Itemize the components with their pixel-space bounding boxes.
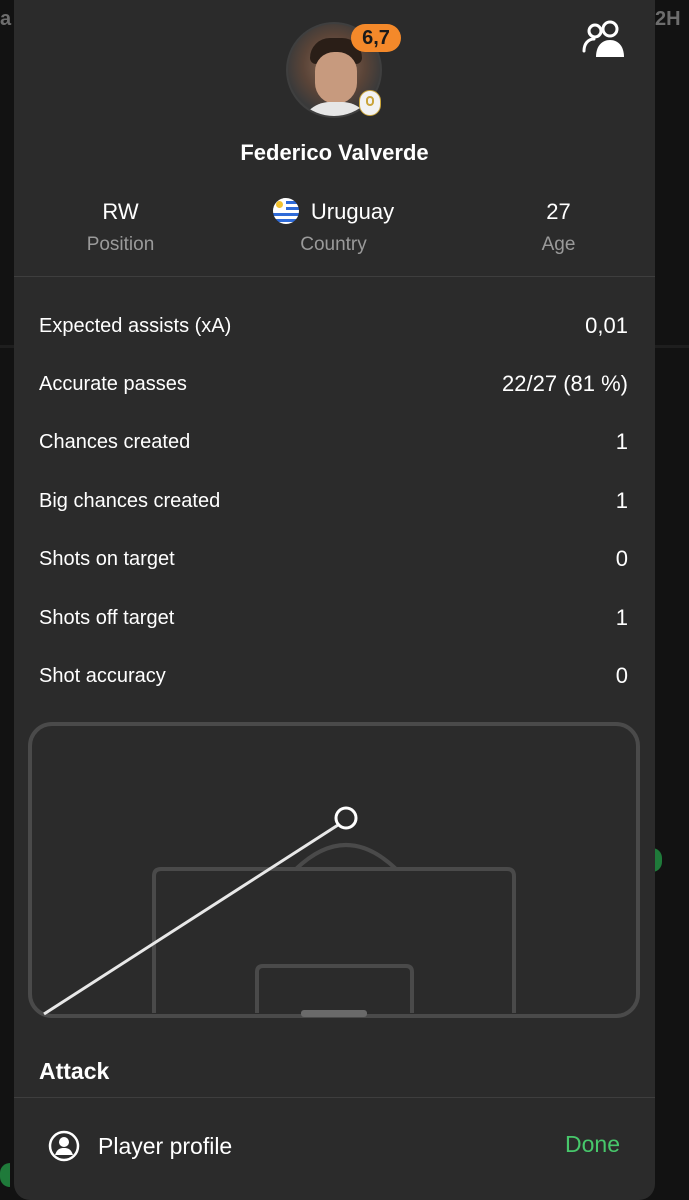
stat-label: Shots on target: [39, 547, 175, 570]
stat-value: 1: [615, 429, 628, 454]
background-period-label: 2H: [655, 8, 681, 30]
rating-badge: 6,7: [351, 24, 401, 52]
stat-label: Chances created: [39, 430, 191, 453]
stat-row: Shots on target 0: [39, 544, 628, 574]
lineup-people-icon[interactable]: [580, 18, 628, 60]
country-value: Uruguay: [310, 199, 395, 224]
stat-row: Shots off target 1: [39, 603, 628, 633]
background-indicator: [0, 1163, 10, 1187]
header-divider: [14, 276, 655, 277]
stat-label: Expected assists (xA): [39, 314, 232, 337]
stat-label: Shot accuracy: [39, 664, 166, 687]
person-circle-icon: [48, 1130, 80, 1162]
penalty-box: [152, 867, 516, 1013]
pass-origin-marker: [334, 806, 358, 830]
player-name: Federico Valverde: [240, 140, 429, 165]
country-label: Country: [300, 234, 367, 255]
position-value: RW: [102, 199, 139, 224]
done-button[interactable]: Done: [565, 1131, 620, 1158]
penalty-arc: [294, 843, 398, 871]
stat-row: Big chances created 1: [39, 486, 628, 516]
player-stats-sheet: 6,7 Federico Valverde RW Position Urugua…: [14, 0, 655, 1200]
age-info: 27 Age: [452, 198, 655, 256]
goal-area: [255, 964, 414, 1013]
stat-value: 1: [615, 488, 628, 513]
stat-value: 1: [615, 605, 628, 630]
player-profile-button[interactable]: Player profile: [48, 1126, 232, 1166]
stat-value: 0,01: [585, 313, 628, 338]
stat-row: Accurate passes 22/27 (81 %): [39, 369, 628, 399]
pass-line: [43, 823, 339, 1016]
position-info: RW Position: [14, 198, 227, 256]
stat-value: 0: [615, 663, 628, 688]
stat-value: 22/27 (81 %): [502, 371, 628, 396]
stat-value: 0: [615, 546, 628, 571]
stat-row: Shot accuracy 0: [39, 661, 628, 691]
footer-divider: [14, 1097, 655, 1098]
stat-row: Expected assists (xA) 0,01: [39, 311, 628, 341]
club-crest-icon: [359, 90, 381, 116]
stat-row: Chances created 1: [39, 427, 628, 457]
stat-label: Big chances created: [39, 489, 221, 512]
player-profile-label: Player profile: [98, 1132, 233, 1159]
uruguay-flag-icon: [272, 198, 299, 224]
age-value: 27: [546, 199, 571, 224]
position-label: Position: [86, 234, 155, 255]
background-left-text: a: [0, 8, 12, 30]
age-label: Age: [541, 234, 576, 255]
stat-label: Shots off target: [39, 606, 175, 629]
shot-map-pitch: [28, 722, 640, 1018]
stat-label: Accurate passes: [39, 372, 187, 395]
goal: [301, 1010, 367, 1017]
section-title-attack: Attack: [39, 1058, 110, 1084]
country-info: Uruguay Country: [227, 198, 440, 256]
